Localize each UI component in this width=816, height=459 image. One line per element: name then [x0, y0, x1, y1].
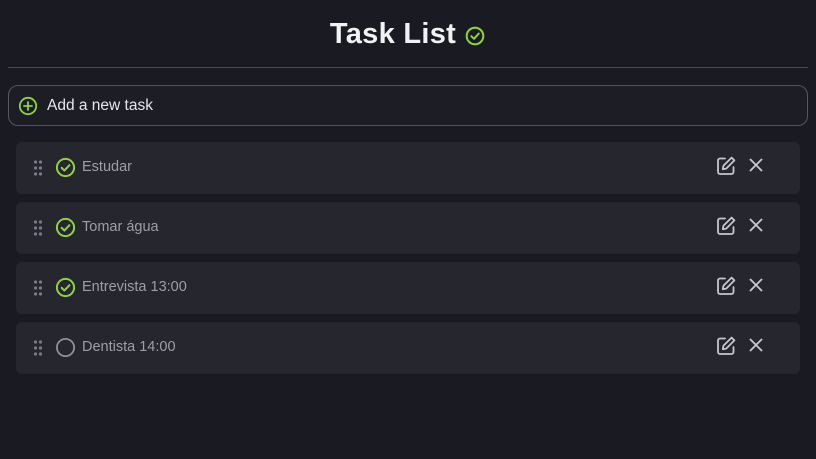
- task-checked-icon[interactable]: [55, 277, 76, 298]
- drag-handle-icon[interactable]: [33, 219, 43, 237]
- task-text: Entrevista 13:00: [82, 279, 187, 295]
- task-text: Dentista 14:00: [82, 339, 176, 355]
- close-icon[interactable]: [747, 156, 765, 174]
- edit-icon[interactable]: [715, 275, 737, 297]
- drag-handle-icon[interactable]: [33, 159, 43, 177]
- task-app: Task List Add a new task Estudar Tomar á…: [0, 0, 816, 459]
- close-icon[interactable]: [747, 336, 765, 354]
- check-circle-icon: [464, 25, 486, 47]
- plus-circle-icon: [18, 96, 38, 116]
- drag-handle-icon[interactable]: [33, 339, 43, 357]
- task-checked-icon[interactable]: [55, 157, 76, 178]
- edit-icon[interactable]: [715, 155, 737, 177]
- task-item[interactable]: Tomar água: [16, 202, 800, 254]
- header-divider: [8, 67, 808, 68]
- task-item[interactable]: Entrevista 13:00: [16, 262, 800, 314]
- edit-icon[interactable]: [715, 215, 737, 237]
- drag-handle-icon[interactable]: [33, 279, 43, 297]
- task-text: Tomar água: [82, 219, 159, 235]
- task-list: Estudar Tomar água Entrevista 13:00 Dent…: [16, 142, 800, 382]
- close-icon[interactable]: [747, 216, 765, 234]
- task-item[interactable]: Dentista 14:00: [16, 322, 800, 374]
- task-unchecked-icon[interactable]: [55, 337, 76, 358]
- task-checked-icon[interactable]: [55, 217, 76, 238]
- task-text: Estudar: [82, 159, 132, 175]
- task-item[interactable]: Estudar: [16, 142, 800, 194]
- header: Task List: [0, 0, 816, 68]
- add-task-input[interactable]: Add a new task: [8, 85, 808, 126]
- edit-icon[interactable]: [715, 335, 737, 357]
- close-icon[interactable]: [747, 276, 765, 294]
- add-task-label: Add a new task: [47, 96, 153, 114]
- page-title: Task List: [329, 17, 457, 50]
